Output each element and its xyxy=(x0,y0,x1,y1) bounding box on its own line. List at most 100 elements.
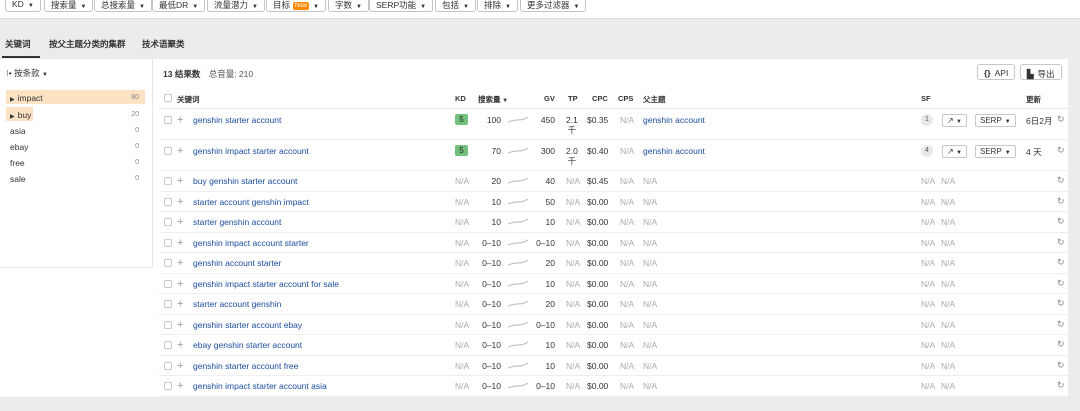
refresh-icon[interactable]: ↻ xyxy=(1057,196,1065,207)
refresh-icon[interactable]: ↻ xyxy=(1057,257,1065,268)
row-checkbox[interactable] xyxy=(164,116,172,124)
position-history-button[interactable]: ↗ ▼ xyxy=(942,145,967,158)
col-cpc[interactable]: CPC xyxy=(592,94,608,103)
chevron-down-icon: ▼ xyxy=(420,4,427,10)
parent-topic-link: N/A xyxy=(643,279,658,289)
col-cps[interactable]: CPS xyxy=(618,94,633,103)
refresh-icon[interactable]: ↻ xyxy=(1057,145,1065,156)
select-all-checkbox[interactable] xyxy=(164,94,172,102)
row-checkbox[interactable] xyxy=(164,321,172,329)
row-checkbox[interactable] xyxy=(164,300,172,308)
gv-value: 0–10 xyxy=(536,381,555,391)
row-checkbox[interactable] xyxy=(164,177,172,185)
add-to-list-icon[interactable]: + xyxy=(177,299,183,310)
filter-kd-button[interactable]: KD ▼ xyxy=(5,0,41,12)
filter-traffic-potential-button[interactable]: 流量潜力 ▼ xyxy=(207,0,265,12)
refresh-icon[interactable]: ↻ xyxy=(1057,216,1065,227)
filter-target-button[interactable]: 目标 New ▼ xyxy=(266,0,326,12)
cpc-value: $0.00 xyxy=(587,340,609,350)
sidebar-item-asia[interactable]: asia 0 xyxy=(6,123,145,137)
keyword-link[interactable]: ebay genshin starter account xyxy=(193,340,302,350)
row-checkbox[interactable] xyxy=(164,198,172,206)
parent-topic-link[interactable]: genshin account xyxy=(643,146,705,156)
keyword-link[interactable]: starter account genshin impact xyxy=(193,197,309,207)
keyword-link[interactable]: genshin starter account xyxy=(193,115,281,125)
export-button[interactable]: ▙ 导出 xyxy=(1020,64,1062,80)
add-to-list-icon[interactable]: + xyxy=(177,320,183,331)
api-button[interactable]: {} API xyxy=(977,64,1016,80)
keyword-link[interactable]: genshin account starter xyxy=(193,258,281,268)
keyword-link[interactable]: starter account genshin xyxy=(193,299,281,309)
row-checkbox[interactable] xyxy=(164,341,172,349)
row-checkbox[interactable] xyxy=(164,362,172,370)
tab-parent-topic-clusters[interactable]: 按父主题分类的集群 xyxy=(49,38,126,50)
sidebar-item-ebay[interactable]: ebay 0 xyxy=(6,139,145,153)
refresh-icon[interactable]: ↻ xyxy=(1057,237,1065,248)
col-gv[interactable]: GV xyxy=(544,94,555,103)
filter-word-count-button[interactable]: 字数 ▼ xyxy=(328,0,369,12)
add-to-list-icon[interactable]: + xyxy=(177,258,183,269)
col-tp[interactable]: TP xyxy=(568,94,578,103)
keyword-link[interactable]: buy genshin starter account xyxy=(193,176,297,186)
row-checkbox[interactable] xyxy=(164,147,172,155)
col-volume[interactable]: 搜索量 ▼ xyxy=(478,94,508,105)
col-parent-topic[interactable]: 父主题 xyxy=(643,94,666,105)
col-kd[interactable]: KD xyxy=(455,94,466,103)
add-to-list-icon[interactable]: + xyxy=(177,381,183,392)
refresh-icon[interactable]: ↻ xyxy=(1057,319,1065,330)
refresh-icon[interactable]: ↻ xyxy=(1057,360,1065,371)
filter-min-dr-button[interactable]: 最低DR ▼ xyxy=(152,0,206,12)
add-to-list-icon[interactable]: + xyxy=(177,176,183,187)
filter-total-volume-button[interactable]: 总搜索量 ▼ xyxy=(94,0,152,12)
sidebar-item-impact[interactable]: ▶ impact 80 xyxy=(6,90,145,104)
cps-value: N/A xyxy=(620,320,635,330)
col-updated[interactable]: 更新 xyxy=(1026,94,1041,105)
keyword-link[interactable]: genshin impact account starter xyxy=(193,238,309,248)
keyword-link[interactable]: genshin starter account ebay xyxy=(193,320,302,330)
row-checkbox[interactable] xyxy=(164,259,172,267)
serp-button[interactable]: SERP ▼ xyxy=(975,114,1016,127)
refresh-icon[interactable]: ↻ xyxy=(1057,380,1065,391)
row-checkbox[interactable] xyxy=(164,239,172,247)
add-to-list-icon[interactable]: + xyxy=(177,238,183,249)
keyword-link[interactable]: genshin impact starter account xyxy=(193,146,309,156)
sidebar-item-free[interactable]: free 0 xyxy=(6,155,145,169)
filter-serp-features-button[interactable]: SERP功能 ▼ xyxy=(369,0,434,12)
parent-topic-link: N/A xyxy=(643,258,658,268)
filter-include-button[interactable]: 包括 ▼ xyxy=(435,0,476,12)
sidebar-item-sale[interactable]: sale 0 xyxy=(6,171,145,185)
position-history-button[interactable]: ↗ ▼ xyxy=(942,114,967,127)
add-to-list-icon[interactable]: + xyxy=(177,361,183,372)
cps-value: N/A xyxy=(620,115,635,125)
tab-keywords[interactable]: 关键词 xyxy=(5,38,31,50)
refresh-icon[interactable]: ↻ xyxy=(1057,175,1065,186)
add-to-list-icon[interactable]: + xyxy=(177,115,183,126)
keyword-link[interactable]: genshin impact starter account for sale xyxy=(193,279,339,289)
row-checkbox[interactable] xyxy=(164,218,172,226)
keyword-link[interactable]: genshin starter account free xyxy=(193,361,298,371)
add-to-list-icon[interactable]: + xyxy=(177,217,183,228)
refresh-icon[interactable]: ↻ xyxy=(1057,114,1065,125)
serp-value: N/A xyxy=(941,217,956,227)
add-to-list-icon[interactable]: + xyxy=(177,197,183,208)
filter-more-button[interactable]: 更多过滤器 ▼ xyxy=(520,0,587,12)
parent-topic-link[interactable]: genshin account xyxy=(643,115,705,125)
col-keyword[interactable]: 关键词 xyxy=(177,94,200,105)
refresh-icon[interactable]: ↻ xyxy=(1057,298,1065,309)
add-to-list-icon[interactable]: + xyxy=(177,146,183,157)
tab-term-clusters[interactable]: 技术语聚类 xyxy=(142,38,185,50)
sort-dropdown[interactable]: ⁝• 按条款 ▼ xyxy=(6,67,48,79)
keyword-link[interactable]: starter genshin account xyxy=(193,217,281,227)
row-checkbox[interactable] xyxy=(164,382,172,390)
refresh-icon[interactable]: ↻ xyxy=(1057,339,1065,350)
add-to-list-icon[interactable]: + xyxy=(177,340,183,351)
serp-button[interactable]: SERP ▼ xyxy=(975,145,1016,158)
row-checkbox[interactable] xyxy=(164,280,172,288)
refresh-icon[interactable]: ↻ xyxy=(1057,278,1065,289)
filter-exclude-button[interactable]: 排除 ▼ xyxy=(477,0,518,12)
cpc-value: $0.00 xyxy=(587,197,609,207)
filter-volume-button[interactable]: 搜索量 ▼ xyxy=(44,0,94,12)
col-sf[interactable]: SF xyxy=(921,94,931,103)
keyword-link[interactable]: genshin impact starter account asia xyxy=(193,381,327,391)
add-to-list-icon[interactable]: + xyxy=(177,279,183,290)
